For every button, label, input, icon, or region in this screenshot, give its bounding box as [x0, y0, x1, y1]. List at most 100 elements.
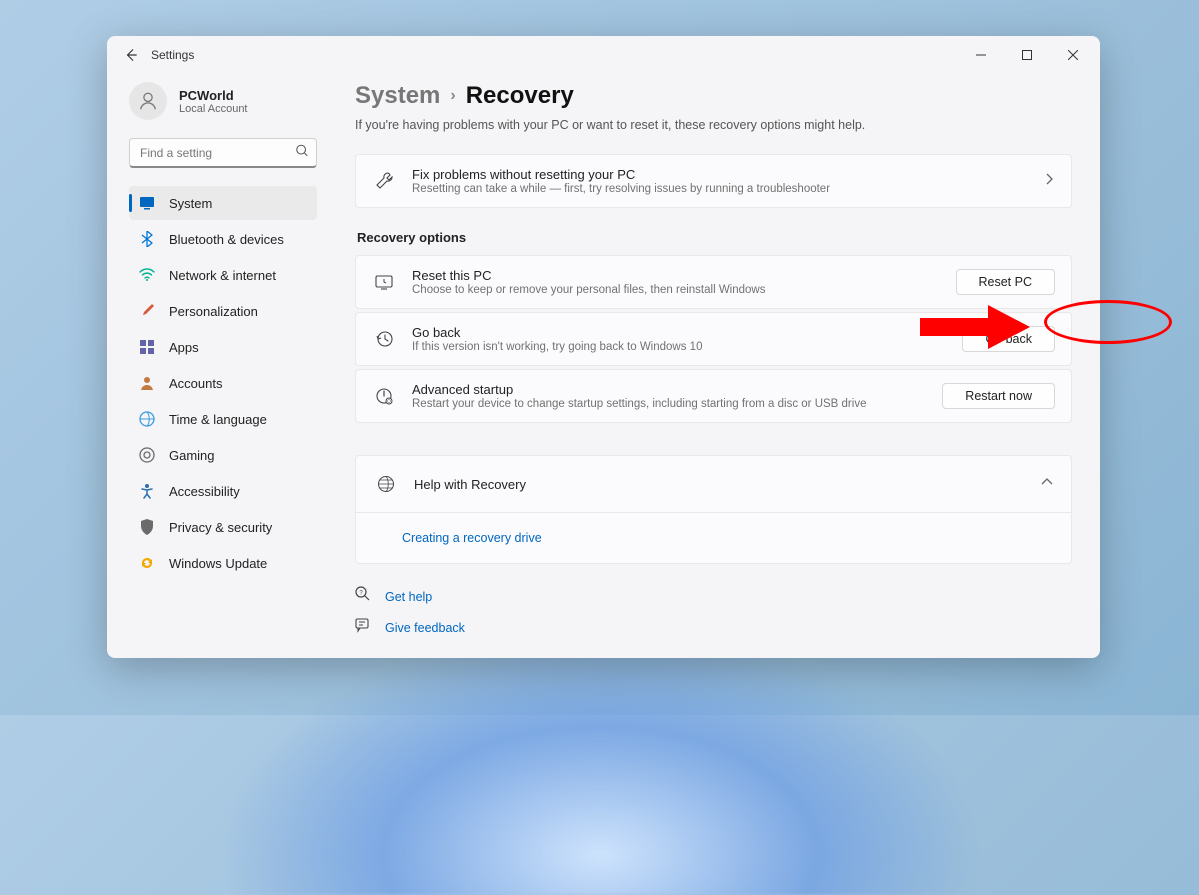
content-area: PCWorld Local Account System Bluetooth &… — [107, 74, 1100, 658]
feedback-icon — [355, 617, 371, 638]
fix-problems-card[interactable]: Fix problems without resetting your PC R… — [355, 154, 1072, 208]
sidebar-item-label: Privacy & security — [169, 520, 272, 535]
nav-list: System Bluetooth & devices Network & int… — [129, 186, 317, 580]
card-text: Reset this PC Choose to keep or remove y… — [412, 268, 940, 296]
sidebar-item-apps[interactable]: Apps — [129, 330, 317, 364]
sidebar: PCWorld Local Account System Bluetooth &… — [107, 74, 325, 658]
sidebar-item-label: Accessibility — [169, 484, 240, 499]
sidebar-item-label: Accounts — [169, 376, 222, 391]
sidebar-item-privacy[interactable]: Privacy & security — [129, 510, 317, 544]
sidebar-item-label: Bluetooth & devices — [169, 232, 284, 247]
close-button[interactable] — [1050, 40, 1096, 70]
minimize-icon — [976, 50, 986, 60]
get-help-link[interactable]: ? Get help — [355, 586, 1072, 607]
avatar — [129, 82, 167, 120]
sidebar-item-label: Personalization — [169, 304, 258, 319]
reset-pc-card: Reset this PC Choose to keep or remove y… — [355, 255, 1072, 309]
reset-icon — [372, 270, 396, 294]
card-desc: Restart your device to change startup se… — [412, 398, 926, 410]
sidebar-item-label: Network & internet — [169, 268, 276, 283]
recovery-drive-link[interactable]: Creating a recovery drive — [402, 531, 542, 545]
history-icon — [372, 327, 396, 351]
card-text: Advanced startup Restart your device to … — [412, 382, 926, 410]
help-body: Creating a recovery drive — [355, 513, 1072, 564]
profile-text: PCWorld Local Account — [179, 88, 248, 115]
wrench-icon — [372, 169, 396, 193]
window-controls — [958, 40, 1096, 70]
link-label: Give feedback — [385, 621, 465, 635]
update-icon — [139, 555, 155, 571]
paintbrush-icon — [139, 303, 155, 319]
sidebar-item-accessibility[interactable]: Accessibility — [129, 474, 317, 508]
card-title: Help with Recovery — [414, 477, 1025, 492]
sidebar-item-update[interactable]: Windows Update — [129, 546, 317, 580]
chevron-right-icon — [1043, 172, 1055, 190]
sidebar-item-label: Gaming — [169, 448, 215, 463]
sidebar-item-label: Time & language — [169, 412, 267, 427]
main-panel: System › Recovery If you're having probl… — [325, 74, 1100, 658]
profile-block[interactable]: PCWorld Local Account — [129, 78, 317, 138]
card-title: Fix problems without resetting your PC — [412, 167, 1027, 182]
restart-now-button[interactable]: Restart now — [942, 383, 1055, 409]
window-title: Settings — [151, 48, 194, 62]
search-wrap — [129, 138, 317, 168]
chevron-right-icon: › — [450, 87, 455, 105]
bluetooth-icon — [139, 231, 155, 247]
titlebar: Settings — [107, 36, 1100, 74]
card-title: Reset this PC — [412, 268, 940, 283]
section-label: Recovery options — [357, 230, 1072, 245]
sidebar-item-label: System — [169, 196, 212, 211]
help-with-recovery-card[interactable]: Help with Recovery — [355, 455, 1072, 513]
svg-text:?: ? — [359, 591, 363, 597]
sidebar-item-bluetooth[interactable]: Bluetooth & devices — [129, 222, 317, 256]
maximize-icon — [1022, 50, 1032, 60]
accounts-icon — [139, 375, 155, 391]
wifi-icon — [139, 267, 155, 283]
arrow-left-icon — [124, 48, 138, 62]
sidebar-item-system[interactable]: System — [129, 186, 317, 220]
minimize-button[interactable] — [958, 40, 1004, 70]
sidebar-item-label: Windows Update — [169, 556, 267, 571]
sidebar-item-label: Apps — [169, 340, 199, 355]
sidebar-item-network[interactable]: Network & internet — [129, 258, 317, 292]
page-subtitle: If you're having problems with your PC o… — [355, 118, 1072, 132]
chevron-up-icon — [1041, 475, 1053, 493]
gaming-icon — [139, 447, 155, 463]
profile-subtitle: Local Account — [179, 103, 248, 115]
maximize-button[interactable] — [1004, 40, 1050, 70]
card-desc: Choose to keep or remove your personal f… — [412, 284, 940, 296]
profile-name: PCWorld — [179, 88, 248, 103]
back-button[interactable] — [111, 39, 151, 71]
card-text: Go back If this version isn't working, t… — [412, 325, 946, 353]
card-title: Go back — [412, 325, 946, 340]
annotation-ellipse — [1044, 300, 1172, 344]
card-text: Fix problems without resetting your PC R… — [412, 167, 1027, 195]
apps-icon — [139, 339, 155, 355]
search-input[interactable] — [129, 138, 317, 168]
breadcrumb: System › Recovery — [355, 82, 1072, 110]
advanced-startup-card: Advanced startup Restart your device to … — [355, 369, 1072, 423]
globe-icon — [374, 472, 398, 496]
annotation-arrow — [920, 305, 1030, 349]
give-feedback-link[interactable]: Give feedback — [355, 617, 1072, 638]
sidebar-item-personalization[interactable]: Personalization — [129, 294, 317, 328]
accessibility-icon — [139, 483, 155, 499]
shield-icon — [139, 519, 155, 535]
search-icon — [295, 144, 309, 163]
system-icon — [139, 195, 155, 211]
page-title: Recovery — [466, 82, 574, 110]
breadcrumb-parent[interactable]: System — [355, 82, 440, 110]
help-icon: ? — [355, 586, 371, 607]
card-desc: Resetting can take a while — first, try … — [412, 183, 1027, 195]
person-icon — [137, 90, 159, 112]
link-label: Get help — [385, 590, 432, 604]
close-icon — [1068, 50, 1078, 60]
sidebar-item-gaming[interactable]: Gaming — [129, 438, 317, 472]
footer-links: ? Get help Give feedback — [355, 586, 1072, 638]
card-desc: If this version isn't working, try going… — [412, 341, 946, 353]
sidebar-item-accounts[interactable]: Accounts — [129, 366, 317, 400]
sidebar-item-time[interactable]: Time & language — [129, 402, 317, 436]
power-gear-icon — [372, 384, 396, 408]
card-title: Advanced startup — [412, 382, 926, 397]
reset-pc-button[interactable]: Reset PC — [956, 269, 1056, 295]
